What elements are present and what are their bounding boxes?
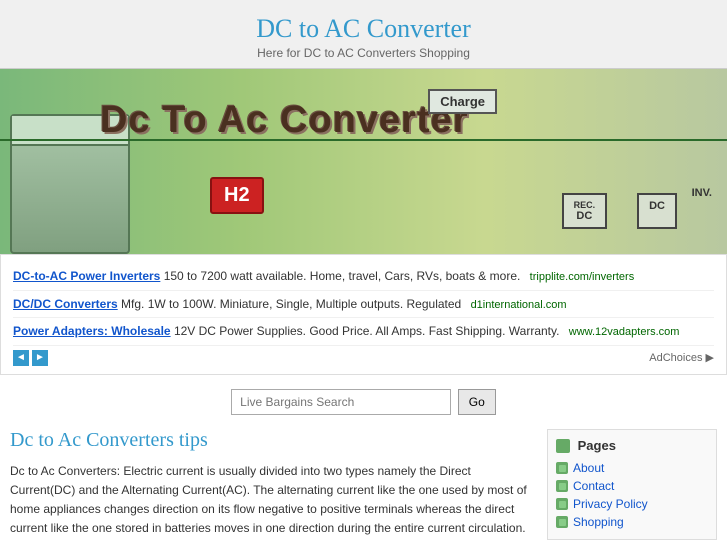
article-title: Dc to Ac Converters tips: [10, 429, 527, 452]
search-bar: Go: [0, 375, 727, 429]
banner-h2-box: H2: [210, 177, 264, 214]
sidebar-item-privacy[interactable]: Privacy Policy: [556, 495, 708, 513]
ad-url-2[interactable]: d1international.com: [471, 299, 567, 311]
banner-rec-label: REC.: [574, 200, 596, 210]
ad-prev-button[interactable]: ◄: [13, 350, 29, 366]
page-icon-about: [556, 462, 568, 474]
sidebar-item-shopping[interactable]: Shopping: [556, 513, 708, 531]
page-icon-privacy: [556, 498, 568, 510]
page-icon-contact: [556, 480, 568, 492]
banner-title: Dc To Ac Converter: [100, 99, 469, 142]
banner-line: [0, 139, 727, 141]
sidebar-item-contact[interactable]: Contact: [556, 477, 708, 495]
pages-icon: [556, 439, 570, 453]
article-body: Dc to Ac Converters: Electric current is…: [10, 462, 527, 539]
banner-image: Dc To Ac Converter Charge H2 REC. DC DC …: [0, 69, 727, 254]
banner-dc-label2: DC: [649, 200, 665, 212]
sidebar-pages-title: Pages: [556, 438, 708, 454]
banner-rec-box: REC. DC: [562, 193, 608, 229]
ad-desc-3: 12V DC Power Supplies. Good Price. All A…: [174, 324, 560, 338]
site-header: DC to AC Converter Here for DC to AC Con…: [0, 0, 727, 69]
ad-link-1[interactable]: DC-to-AC Power Inverters: [13, 269, 160, 283]
ad-row-3: Power Adapters: Wholesale 12V DC Power S…: [13, 318, 714, 346]
sidebar-pages-widget: Pages About Contact Privacy Policy Shopp…: [547, 429, 717, 541]
ad-link-2[interactable]: DC/DC Converters: [13, 297, 118, 311]
article: Dc to Ac Converters tips Dc to Ac Conver…: [10, 429, 547, 541]
sidebar-item-about[interactable]: About: [556, 459, 708, 477]
ad-desc-2: Mfg. 1W to 100W. Miniature, Single, Mult…: [121, 297, 461, 311]
sidebar: Pages About Contact Privacy Policy Shopp…: [547, 429, 717, 541]
site-subtitle: Here for DC to AC Converters Shopping: [0, 46, 727, 60]
site-title: DC to AC Converter: [0, 14, 727, 44]
ad-section: DC-to-AC Power Inverters 150 to 7200 wat…: [0, 254, 727, 375]
banner-dc-box: DC: [637, 193, 677, 229]
ad-choices-label: AdChoices ▶: [649, 351, 714, 364]
ad-desc-1: 150 to 7200 watt available. Home, travel…: [164, 269, 521, 283]
page-icon-shopping: [556, 516, 568, 528]
search-button[interactable]: Go: [458, 389, 496, 415]
ad-row-1: DC-to-AC Power Inverters 150 to 7200 wat…: [13, 263, 714, 291]
ad-url-3[interactable]: www.12vadapters.com: [569, 326, 680, 338]
ad-nav: ◄ ► AdChoices ▶: [13, 350, 714, 366]
main-content: Dc to Ac Converters tips Dc to Ac Conver…: [0, 429, 727, 560]
banner-inv-label: INV.: [692, 187, 712, 199]
ad-url-1[interactable]: tripplite.com/inverters: [530, 271, 635, 283]
search-input[interactable]: [231, 389, 451, 415]
banner-charge-box: Charge: [428, 89, 497, 114]
banner-boxes: REC. DC DC: [562, 193, 677, 229]
banner-dc-label1: DC: [576, 210, 592, 222]
ad-row-2: DC/DC Converters Mfg. 1W to 100W. Miniat…: [13, 291, 714, 319]
ad-next-button[interactable]: ►: [32, 350, 48, 366]
ad-link-3[interactable]: Power Adapters: Wholesale: [13, 324, 171, 338]
ad-arrows: ◄ ►: [13, 350, 48, 366]
